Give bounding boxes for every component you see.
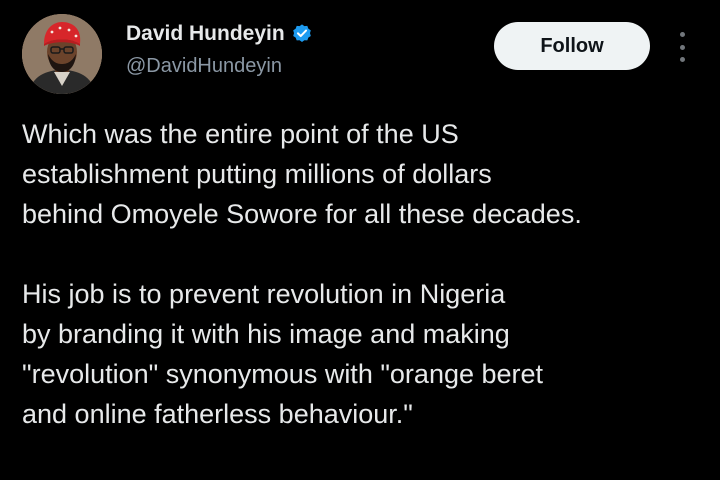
author-display-name[interactable]: David Hundeyin — [126, 22, 285, 46]
tweet-line: Which was the entire point of the US — [22, 119, 459, 149]
avatar-image — [22, 14, 102, 94]
tweet-line: "revolution" synonymous with "orange ber… — [22, 359, 544, 389]
author-name-row: David Hundeyin — [126, 22, 313, 46]
tweet-paragraph: His job is to prevent revolution in Nige… — [22, 274, 712, 434]
tweet-paragraph: Which was the entire point of the US est… — [22, 114, 712, 234]
more-dot — [679, 44, 685, 50]
tweet-card: David Hundeyin @DavidHundeyin Follow Whi… — [0, 0, 720, 480]
tweet-line: by branding it with his image and making — [22, 319, 510, 349]
tweet-line: and online fatherless behaviour." — [22, 399, 413, 429]
more-dot — [679, 57, 685, 62]
follow-button[interactable]: Follow — [494, 22, 650, 70]
tweet-line: His job is to prevent revolution in Nige… — [22, 279, 506, 309]
more-vertical-icon[interactable] — [674, 32, 690, 62]
author-handle[interactable]: @DavidHundeyin — [126, 55, 282, 78]
avatar[interactable] — [22, 14, 102, 94]
verified-badge-icon[interactable] — [291, 23, 313, 45]
tweet-line: establishment putting millions of dollar… — [22, 159, 492, 189]
tweet-line: behind Omoyele Sowore for all these deca… — [22, 199, 582, 229]
tweet-text: Which was the entire point of the US est… — [22, 114, 712, 434]
more-dot — [679, 32, 685, 37]
